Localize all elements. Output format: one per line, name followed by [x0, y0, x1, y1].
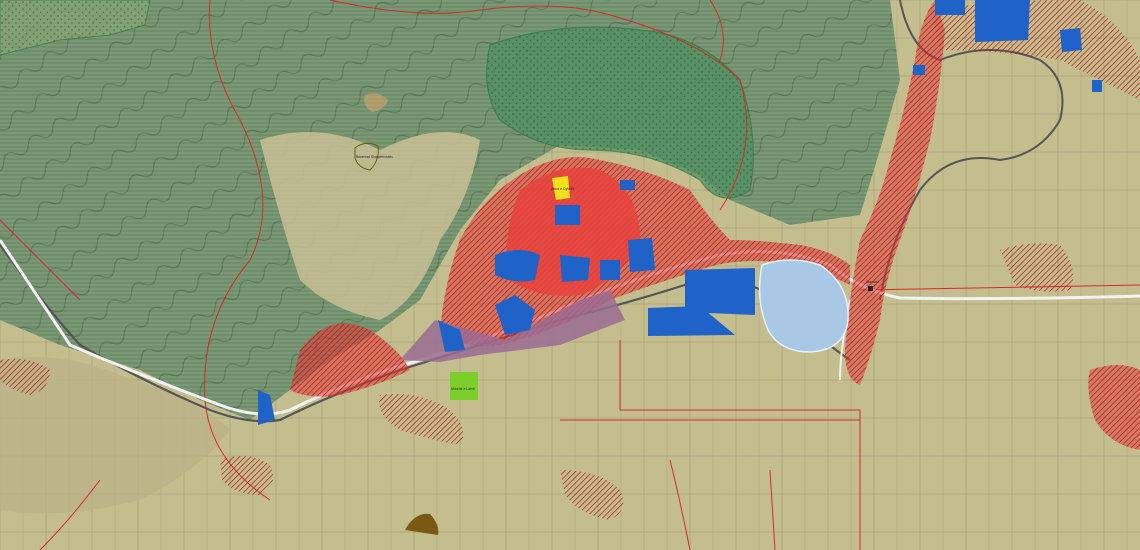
park-area [450, 372, 478, 400]
yellow-label: Zona e Qytetit [551, 187, 575, 191]
north-label: Rezervat Shqipërishtës [356, 155, 393, 159]
station-label: Stacioni [866, 280, 879, 284]
map-canvas: Rezervat Shqipërishtës Shkolla e Lartë Z… [0, 0, 1140, 550]
land-use-map[interactable]: Rezervat Shqipërishtës Shkolla e Lartë Z… [0, 0, 1140, 550]
station-marker [868, 286, 873, 291]
park-label: Shkolla e Lartë [451, 387, 475, 391]
